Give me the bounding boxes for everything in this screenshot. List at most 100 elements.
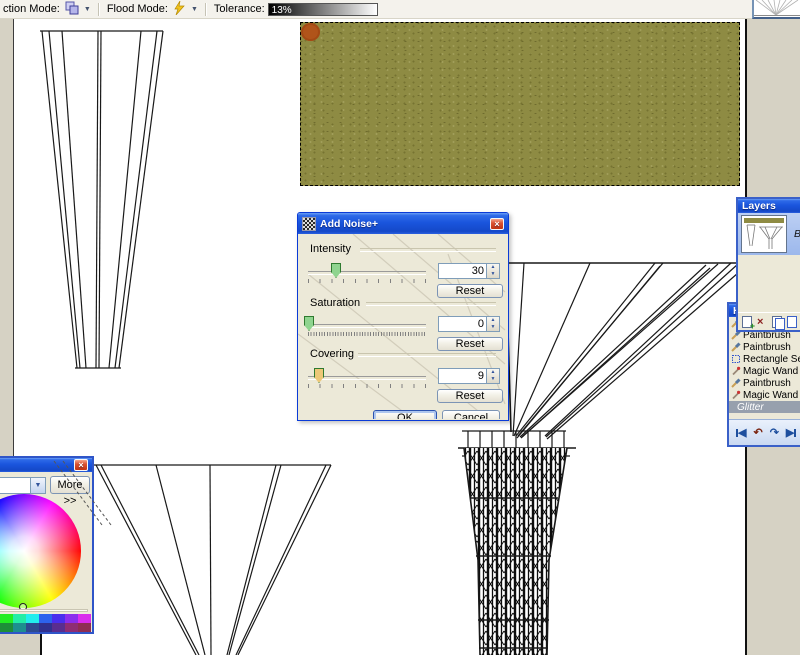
intensity-reset-button[interactable]: Reset bbox=[437, 284, 503, 298]
palette-swatch[interactable] bbox=[0, 623, 13, 632]
cone-thumbnail bbox=[754, 0, 800, 17]
layers-title: Layers bbox=[742, 200, 776, 212]
saturation-spinner[interactable]: ▲▼ bbox=[486, 317, 499, 331]
redo-icon: ↷ bbox=[770, 426, 779, 439]
undo-icon: ↶ bbox=[753, 426, 762, 439]
add-layer-button[interactable]: + bbox=[742, 316, 753, 328]
palette-swatch[interactable] bbox=[26, 623, 39, 632]
history-item-label: Glitter bbox=[737, 402, 764, 413]
palette-swatch[interactable] bbox=[65, 623, 78, 632]
palette-swatch[interactable] bbox=[78, 614, 91, 623]
rewind-button[interactable]: ◀ bbox=[736, 426, 746, 439]
saturation-reset-button[interactable]: Reset bbox=[437, 337, 503, 351]
saturation-value: 0 bbox=[439, 317, 486, 331]
dialog-title-bar[interactable]: Add Noise+ × bbox=[298, 213, 508, 234]
redo-button[interactable]: ↷ bbox=[770, 426, 779, 439]
spin-up-icon[interactable]: ▲ bbox=[487, 264, 499, 271]
history-item[interactable]: Paintbrush bbox=[729, 377, 800, 389]
rectangle-select-icon bbox=[731, 354, 741, 364]
covering-slider-track[interactable] bbox=[308, 376, 426, 380]
covering-spinner[interactable]: ▲▼ bbox=[486, 369, 499, 383]
cancel-button[interactable]: Cancel bbox=[442, 410, 500, 419]
palette-swatch[interactable] bbox=[0, 614, 13, 623]
saturation-slider-track[interactable] bbox=[308, 324, 426, 328]
history-item[interactable]: Magic Wand bbox=[729, 389, 800, 401]
spin-down-icon[interactable]: ▼ bbox=[487, 271, 499, 278]
spin-down-icon[interactable]: ▼ bbox=[487, 376, 499, 383]
chevron-down-icon[interactable]: ▼ bbox=[30, 478, 45, 493]
intensity-value-box[interactable]: 30 ▲▼ bbox=[438, 263, 500, 279]
covering-reset-button[interactable]: Reset bbox=[437, 389, 503, 403]
lightning-bolt-icon[interactable] bbox=[173, 1, 186, 18]
palette-row bbox=[0, 623, 92, 632]
workspace-corner bbox=[0, 633, 42, 655]
palette-swatch[interactable] bbox=[39, 623, 52, 632]
duplicate-layer-button[interactable] bbox=[772, 316, 783, 328]
selection-mode-dropdown[interactable]: ▼ bbox=[84, 6, 91, 13]
palette-swatch[interactable] bbox=[13, 623, 26, 632]
history-item[interactable]: Magic Wand bbox=[729, 365, 800, 377]
history-nav-bar: ◀ ↶ ↷ ▶ bbox=[729, 419, 800, 445]
intensity-slider-track[interactable] bbox=[308, 271, 426, 275]
ok-button[interactable]: OK bbox=[373, 410, 437, 419]
palette-divider bbox=[0, 609, 88, 612]
colors-panel: × ▼ More >> bbox=[0, 456, 94, 634]
history-item[interactable]: Paintbrush bbox=[729, 341, 800, 353]
history-item[interactable]: Rectangle Select bbox=[729, 353, 800, 365]
flood-mode-label: Flood Mode: bbox=[107, 3, 168, 15]
group-separator bbox=[366, 302, 496, 306]
noise-icon bbox=[302, 217, 316, 231]
palette-swatch[interactable] bbox=[26, 614, 39, 623]
spin-up-icon[interactable]: ▲ bbox=[487, 369, 499, 376]
paintbrush-icon bbox=[731, 342, 741, 352]
fast-forward-icon: ▶ bbox=[786, 426, 794, 439]
palette-row bbox=[0, 614, 92, 623]
layers-toolbar: + × bbox=[738, 312, 800, 330]
history-item-label: Paintbrush bbox=[743, 342, 791, 353]
palette-swatch[interactable] bbox=[78, 623, 91, 632]
spin-down-icon[interactable]: ▼ bbox=[487, 324, 499, 331]
intensity-spinner[interactable]: ▲▼ bbox=[486, 264, 499, 278]
palette-swatch[interactable] bbox=[52, 614, 65, 623]
intensity-ticks bbox=[308, 279, 426, 283]
spin-up-icon[interactable]: ▲ bbox=[487, 317, 499, 324]
palette-swatch[interactable] bbox=[52, 623, 65, 632]
selection-mode-icon[interactable] bbox=[65, 1, 79, 18]
tolerance-label: Tolerance: bbox=[214, 3, 265, 15]
delete-layer-button[interactable]: × bbox=[757, 316, 768, 328]
covering-value-box[interactable]: 9 ▲▼ bbox=[438, 368, 500, 384]
color-wheel[interactable] bbox=[0, 494, 81, 608]
undo-button[interactable]: ↶ bbox=[753, 426, 762, 439]
history-item-label: Paintbrush bbox=[743, 378, 791, 389]
intensity-label: Intensity bbox=[310, 243, 351, 255]
layer-thumbnail bbox=[741, 215, 787, 253]
dialog-body: Intensity 30 ▲▼ Reset Saturation 0 ▲▼ Re… bbox=[298, 234, 506, 419]
palette-swatch[interactable] bbox=[13, 614, 26, 623]
saturation-label: Saturation bbox=[310, 297, 360, 309]
more-button[interactable]: More >> bbox=[50, 476, 90, 494]
covering-label: Covering bbox=[310, 348, 354, 360]
flood-mode-dropdown[interactable]: ▼ bbox=[191, 6, 198, 13]
history-item[interactable]: Glitter bbox=[729, 401, 800, 413]
saturation-value-box[interactable]: 0 ▲▼ bbox=[438, 316, 500, 332]
toolbar-separator bbox=[205, 3, 207, 16]
history-item-label: Rectangle Select bbox=[743, 354, 800, 365]
saturation-ticks bbox=[308, 332, 426, 336]
close-icon[interactable]: × bbox=[74, 459, 88, 471]
history-item-label: Magic Wand bbox=[743, 366, 798, 377]
palette-swatch[interactable] bbox=[39, 614, 52, 623]
layers-title-bar[interactable]: Layers bbox=[738, 199, 800, 213]
layers-panel: Layers Background + × bbox=[736, 197, 800, 332]
close-icon[interactable]: × bbox=[490, 218, 504, 230]
tolerance-slider[interactable]: 13% bbox=[268, 3, 378, 16]
magic-wand-icon bbox=[731, 366, 741, 376]
toolbar-separator bbox=[98, 3, 100, 16]
dialog-title: Add Noise+ bbox=[320, 218, 378, 230]
colors-title-bar[interactable]: × bbox=[0, 458, 92, 472]
floating-window-fragment bbox=[752, 0, 800, 19]
layer-row-background[interactable]: Background bbox=[738, 213, 800, 255]
fast-forward-button[interactable]: ▶ bbox=[786, 426, 796, 439]
color-target-combobox[interactable]: ▼ bbox=[0, 477, 46, 494]
layer-properties-button[interactable] bbox=[787, 316, 798, 328]
palette-swatch[interactable] bbox=[65, 614, 78, 623]
